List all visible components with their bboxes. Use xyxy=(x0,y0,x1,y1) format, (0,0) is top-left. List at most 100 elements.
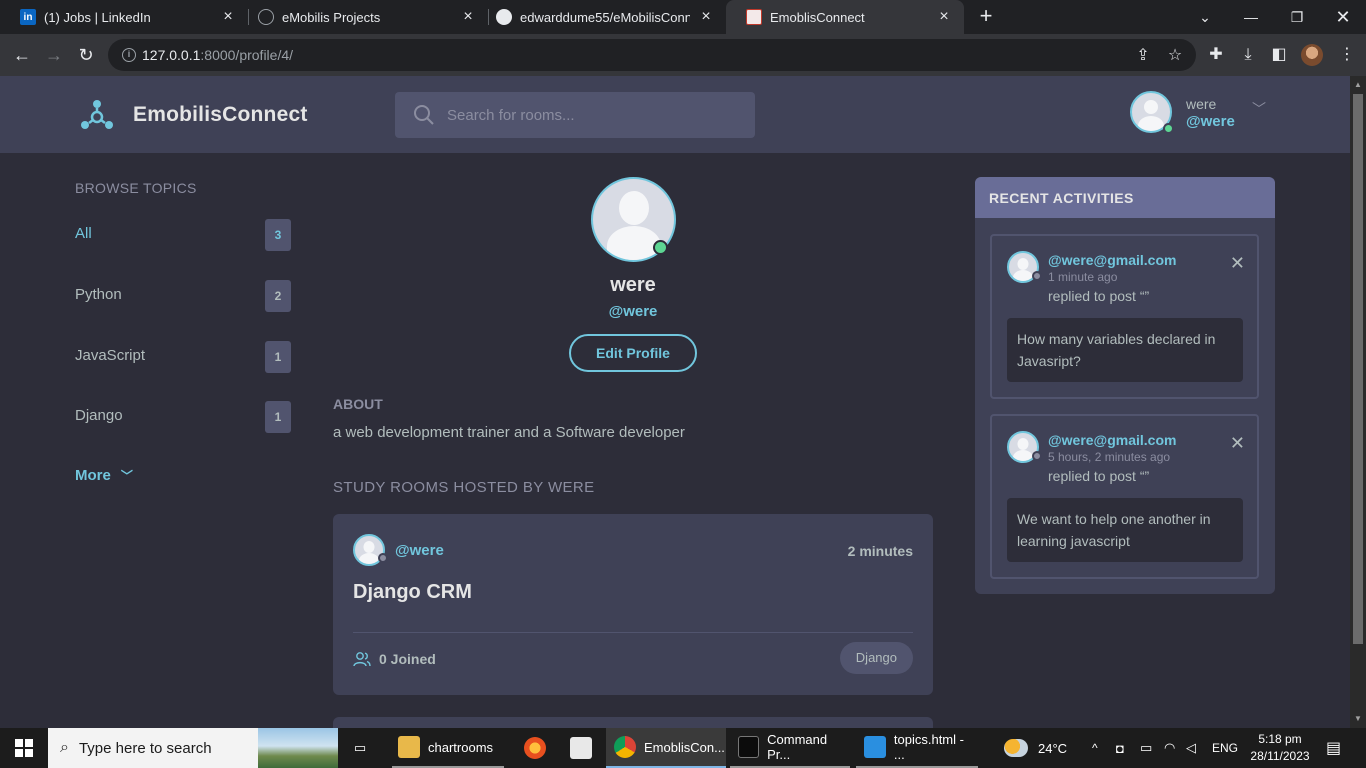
room-topic-tag[interactable]: Django xyxy=(839,642,913,674)
taskbar-search[interactable]: ⌕ Type here to search xyxy=(48,728,338,768)
task-view-icon[interactable]: ▭ xyxy=(348,728,372,768)
scrollbar-thumb[interactable] xyxy=(1353,94,1363,644)
extensions-icon[interactable]: ✚ xyxy=(1205,44,1227,66)
download-icon[interactable]: ⤓ xyxy=(1237,44,1259,66)
logo-icon[interactable] xyxy=(80,98,114,132)
clock-date: 28/11/2023 xyxy=(1250,749,1310,763)
site-info-icon[interactable]: i xyxy=(122,48,136,62)
more-topics-button[interactable]: More ﹀ xyxy=(75,467,133,484)
profile-handle: @were xyxy=(608,303,658,320)
camera-icon[interactable]: ◘ xyxy=(1116,728,1124,768)
close-icon[interactable]: × xyxy=(936,9,952,25)
topic-item-django[interactable]: Django 1 xyxy=(75,401,291,433)
clock-time: 5:18 pm xyxy=(1258,732,1302,746)
activity-user-link[interactable]: @were@gmail.com xyxy=(1048,252,1176,268)
window-close-icon[interactable]: ✕ xyxy=(1320,0,1366,34)
taskbar-app-explorer[interactable]: chartrooms xyxy=(392,728,504,768)
room-title[interactable]: Django CRM xyxy=(353,581,472,604)
scroll-up-icon[interactable]: ▲ xyxy=(1354,80,1362,89)
room-host-link[interactable]: @were xyxy=(395,542,444,559)
close-icon[interactable]: ✕ xyxy=(1230,254,1245,272)
topic-count: 2 xyxy=(265,280,291,312)
bookmark-star-icon[interactable]: ☆ xyxy=(1166,47,1184,65)
taskbar-app-label: Command Pr... xyxy=(767,732,828,762)
chrome-icon xyxy=(614,736,636,758)
activity-user-link[interactable]: @were@gmail.com xyxy=(1048,432,1176,448)
language-indicator[interactable]: ENG xyxy=(1212,728,1238,768)
chevron-down-icon[interactable]: ﹀ xyxy=(1252,99,1266,119)
tray-chevron-icon[interactable]: ^ xyxy=(1092,728,1098,768)
user-menu[interactable]: were @were ﹀ xyxy=(1130,91,1270,135)
share-icon[interactable]: ⇪ xyxy=(1134,47,1152,65)
page-scrollbar[interactable]: ▲ ▼ xyxy=(1350,76,1366,728)
url-path: :8000/profile/4/ xyxy=(200,47,294,63)
tab-search-icon[interactable]: ⌄ xyxy=(1182,0,1228,34)
topic-name: Django xyxy=(75,407,123,424)
new-tab-button[interactable]: + xyxy=(974,5,998,29)
globe-icon xyxy=(258,9,274,25)
profile-avatar xyxy=(591,177,676,262)
room-card[interactable]: @were 2 minutes Django CRM 0 Joined Djan… xyxy=(333,514,933,695)
taskbar-app-firefox[interactable] xyxy=(520,728,550,768)
offline-status-dot xyxy=(1032,271,1042,281)
taskbar-app-cmd[interactable]: Command Pr... xyxy=(730,728,850,768)
topic-item-python[interactable]: Python 2 xyxy=(75,280,291,312)
close-icon[interactable]: ✕ xyxy=(1230,434,1245,452)
firefox-icon xyxy=(524,737,546,759)
battery-icon[interactable]: ▭ xyxy=(1140,728,1152,768)
edit-profile-button[interactable]: Edit Profile xyxy=(569,334,697,372)
browser-profile-avatar[interactable] xyxy=(1301,44,1323,66)
taskbar-app-chrome[interactable]: EmoblisCon... xyxy=(606,728,726,768)
taskbar-clock[interactable]: 5:18 pm 28/11/2023 xyxy=(1240,731,1320,765)
reload-icon[interactable]: ↻ xyxy=(74,43,98,67)
browser-tab-emobilisconnect[interactable]: EmoblisConnect × xyxy=(726,0,964,34)
wifi-icon[interactable]: ◠ xyxy=(1164,728,1175,768)
browser-tab-emobilis-projects[interactable]: eMobilis Projects × xyxy=(238,0,488,34)
close-icon[interactable]: × xyxy=(460,9,476,25)
weather-icon xyxy=(1004,739,1028,757)
tab-title: (1) Jobs | LinkedIn xyxy=(44,9,151,25)
restore-icon[interactable]: ❐ xyxy=(1274,0,1320,34)
windows-logo-icon xyxy=(15,739,33,757)
user-menu-name: were xyxy=(1186,96,1217,112)
url-host: 127.0.0.1 xyxy=(142,47,201,63)
activities-title: RECENT ACTIVITIES xyxy=(975,177,1275,218)
minimize-icon[interactable]: — xyxy=(1228,0,1274,34)
activity-card: @were@gmail.com 5 hours, 2 minutes ago r… xyxy=(990,414,1259,579)
side-panel-icon[interactable]: ◧ xyxy=(1268,44,1290,66)
search-input[interactable] xyxy=(447,106,727,124)
back-icon[interactable]: ← xyxy=(10,43,34,67)
linkedin-icon: in xyxy=(20,9,36,25)
taskbar-app-media[interactable] xyxy=(566,728,596,768)
room-search[interactable] xyxy=(395,92,755,138)
forward-icon[interactable]: → xyxy=(42,43,66,67)
tab-title: EmoblisConnect xyxy=(770,9,865,25)
topic-item-all[interactable]: All 3 xyxy=(75,219,291,251)
app-header: EmobilisConnect were @were ﹀ xyxy=(0,76,1350,153)
close-icon[interactable]: × xyxy=(698,9,714,25)
volume-icon[interactable]: ◁ xyxy=(1186,728,1196,768)
topic-name: All xyxy=(75,225,92,242)
weather-widget[interactable]: 24°C xyxy=(1004,728,1067,768)
scroll-down-icon[interactable]: ▼ xyxy=(1354,714,1362,723)
github-icon xyxy=(496,9,512,25)
folder-icon xyxy=(398,736,420,758)
windows-start-button[interactable] xyxy=(0,728,48,768)
topic-item-javascript[interactable]: JavaScript 1 xyxy=(75,341,291,373)
avatar-body xyxy=(1013,450,1033,461)
taskbar-app-vscode[interactable]: topics.html - ... xyxy=(856,728,978,768)
avatar-body xyxy=(359,553,379,564)
topics-title: BROWSE TOPICS xyxy=(75,180,197,196)
address-bar[interactable]: i 127.0.0.1:8000/profile/4/ ⇪ ☆ xyxy=(108,39,1196,71)
browser-menu-icon[interactable]: ⋮ xyxy=(1336,44,1358,66)
avatar-head xyxy=(363,541,375,553)
brand-name[interactable]: EmobilisConnect xyxy=(133,103,308,127)
browser-tab-linkedin[interactable]: in (1) Jobs | LinkedIn × xyxy=(0,0,248,34)
browser-toolbar: ← → ↻ i 127.0.0.1:8000/profile/4/ ⇪ ☆ ✚ … xyxy=(0,34,1366,76)
close-icon[interactable]: × xyxy=(220,9,236,25)
search-highlight-image xyxy=(258,728,338,768)
room-participants: 0 Joined xyxy=(353,651,436,667)
notification-icon[interactable]: ▤ xyxy=(1326,728,1341,768)
topic-name: Python xyxy=(75,286,122,303)
browser-tab-github[interactable]: edwarddume55/eMobilisConnect × xyxy=(476,0,726,34)
